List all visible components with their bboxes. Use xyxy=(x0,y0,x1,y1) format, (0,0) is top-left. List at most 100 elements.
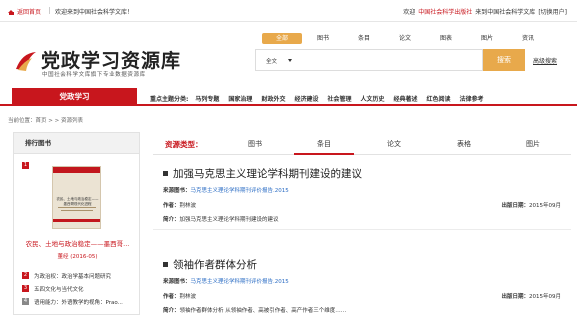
logo-mark-icon xyxy=(16,52,36,71)
abstract-text: 加强马克思主义理论学科期刊建设的建议 xyxy=(179,217,279,223)
topic-item[interactable]: 国家治理 xyxy=(228,94,252,103)
topic-item[interactable]: 人文历史 xyxy=(360,94,384,103)
topic-item[interactable]: 财政外交 xyxy=(261,94,285,103)
tab-tables[interactable]: 图表 xyxy=(426,33,466,44)
source-label: 来源图书： xyxy=(163,279,191,285)
tab-entries[interactable]: 条目 xyxy=(344,33,384,44)
ranking-item[interactable]: 2 为政治权：政治学基本问题研究 xyxy=(14,269,139,282)
top-ranked-book[interactable]: 1 农民、土地与政治稳定——墨西哥现代化进程 农民、土地与政治稳定——墨西哥..… xyxy=(14,154,139,269)
topic-item[interactable]: 红色阅读 xyxy=(427,94,451,103)
date-value: 2015年09月 xyxy=(529,203,561,209)
logo-subtitle: 中国社会科学文库旗下专业数据资源库 xyxy=(42,72,146,78)
sidebar-heading: 排行图书 xyxy=(14,133,139,154)
abstract-label: 简介： xyxy=(163,308,180,314)
topic-item[interactable]: 法律参考 xyxy=(460,94,484,103)
author-name[interactable]: 荆林波 xyxy=(180,203,197,209)
result-divider xyxy=(153,229,571,230)
date-label: 出版日期： xyxy=(501,203,529,209)
top-book-title[interactable]: 农民、土地与政治稳定——墨西哥... xyxy=(14,238,141,248)
logo-title: 党政学习资源库 xyxy=(41,50,182,72)
top-bar-divider xyxy=(49,7,50,14)
author-label: 作者： xyxy=(163,203,180,209)
bullet-icon xyxy=(163,261,168,267)
ranking-item-title[interactable]: 为政治权：政治学基本问题研究 xyxy=(34,272,138,280)
date-value: 2015年09月 xyxy=(529,294,561,300)
ranking-item-title[interactable]: 语用能力：外语教学的视角：Prao... xyxy=(34,298,138,306)
ranking-sidebar: 排行图书 1 农民、土地与政治稳定——墨西哥现代化进程 农民、土地与政治稳定——… xyxy=(13,132,140,315)
home-link[interactable]: 返回首页 xyxy=(8,7,41,16)
tab-books[interactable]: 图书 xyxy=(225,139,285,149)
chevron-down-icon[interactable] xyxy=(288,59,292,62)
main-nav: 党政学习 重点主题分类: 马列专题 国家治理 财政外交 经济建设 社会管理 人文… xyxy=(0,88,577,106)
tab-entries[interactable]: 条目 xyxy=(294,139,354,155)
greeting-prefix: 欢迎 xyxy=(403,9,416,16)
ranking-item[interactable]: 4 语用能力：外语教学的视角：Prao... xyxy=(14,295,139,308)
rank-badge: 1 xyxy=(22,162,29,169)
result-source: 来源图书：马克思主义理论学科期刊评价报告.2015 xyxy=(163,186,289,194)
tab-images[interactable]: 图片 xyxy=(503,139,563,149)
greeting-suffix: 来到中国社会科学文库 xyxy=(475,9,536,16)
results-panel: 资源类型： 图书 条目 论文 表格 图片 加强马克思主义理论学科期刊建设的建议 … xyxy=(153,133,571,314)
result-date: 出版日期：2015年09月 xyxy=(501,201,561,209)
book-cover-image[interactable]: 农民、土地与政治稳定——墨西哥现代化进程 xyxy=(52,166,101,229)
result-title-text[interactable]: 加强马克思主义理论学科期刊建设的建议 xyxy=(173,168,362,180)
abstract-label: 简介： xyxy=(163,217,180,223)
result-abstract: 简介：领袖作者群体分析 从领袖作者、高被引作者、高产作者三个维度…… xyxy=(163,306,346,314)
ranking-item-title[interactable]: 五四文化与当代文化 xyxy=(34,285,138,293)
topic-item[interactable]: 社会管理 xyxy=(327,94,351,103)
tab-papers[interactable]: 论文 xyxy=(385,33,425,44)
topic-list: 重点主题分类: 马列专题 国家治理 财政外交 经济建设 社会管理 人文历史 经典… xyxy=(150,94,493,103)
rank-badge: 2 xyxy=(22,272,29,279)
topic-item[interactable]: 经济建设 xyxy=(294,94,318,103)
home-link-label[interactable]: 返回首页 xyxy=(17,7,41,16)
welcome-text: 欢迎来到中国社会科学文库！ xyxy=(55,9,134,16)
source-book-link[interactable]: 马克思主义理论学科期刊评价报告.2015 xyxy=(191,279,289,285)
search-category-tabs: 全部 图书 条目 论文 图表 图片 资讯 xyxy=(262,33,549,44)
topic-item[interactable]: 经典著述 xyxy=(394,94,418,103)
tab-books[interactable]: 图书 xyxy=(303,33,343,44)
tab-images[interactable]: 图片 xyxy=(467,33,507,44)
result-author: 作者：荆林波 xyxy=(163,201,196,209)
top-book-date: 董经 (2016-05) xyxy=(57,254,98,260)
result-source: 来源图书：马克思主义理论学科期刊评价报告.2015 xyxy=(163,277,289,285)
result-abstract: 简介：加强马克思主义理论学科期刊建设的建议 xyxy=(163,215,279,223)
resource-type-tabs: 资源类型： 图书 条目 论文 表格 图片 xyxy=(153,133,571,155)
user-org-link[interactable]: 中国社会科学出版社 xyxy=(418,7,472,16)
site-logo[interactable]: 党政学习资源库 中国社会科学文库旗下专业数据资源库 xyxy=(14,46,194,80)
user-greeting: 欢迎 中国社会科学出版社 来到中国社会科学文库 [切换用户] xyxy=(403,7,567,16)
advanced-search-link[interactable]: 高级搜索 xyxy=(533,56,557,65)
breadcrumb[interactable]: 当前位置：首页 > > 资源列表 xyxy=(8,116,83,124)
tab-tables[interactable]: 表格 xyxy=(434,139,494,149)
rank-badge: 3 xyxy=(22,285,29,292)
date-label: 出版日期： xyxy=(501,294,529,300)
search-button[interactable]: 搜索 xyxy=(483,49,525,71)
result-date: 出版日期：2015年09月 xyxy=(501,292,561,300)
main-nav-tab[interactable]: 党政学习 xyxy=(12,88,137,106)
result-item: 领袖作者群体分析 来源图书：马克思主义理论学科期刊评价报告.2015 作者：荆林… xyxy=(153,257,571,315)
top-bar: 返回首页 欢迎来到中国社会科学文库！ 欢迎 中国社会科学出版社 来到中国社会科学… xyxy=(0,0,577,22)
ranking-item[interactable]: 3 五四文化与当代文化 xyxy=(14,282,139,295)
rank-badge: 4 xyxy=(22,298,29,305)
result-title[interactable]: 加强马克思主义理论学科期刊建设的建议 xyxy=(163,166,362,181)
result-title[interactable]: 领袖作者群体分析 xyxy=(163,257,257,272)
author-name[interactable]: 荆林波 xyxy=(180,294,197,300)
tab-news[interactable]: 资讯 xyxy=(508,33,548,44)
search-box: 全文 xyxy=(255,49,483,71)
book-cover-title: 农民、土地与政治稳定——墨西哥现代化进程 xyxy=(56,197,99,206)
source-book-link[interactable]: 马克思主义理论学科期刊评价报告.2015 xyxy=(191,188,289,194)
bullet-icon xyxy=(163,170,168,176)
source-label: 来源图书： xyxy=(163,188,191,194)
author-label: 作者： xyxy=(163,294,180,300)
home-icon xyxy=(8,8,15,15)
result-author: 作者：荆林波 xyxy=(163,292,196,300)
result-title-text[interactable]: 领袖作者群体分析 xyxy=(173,259,257,271)
resource-type-label: 资源类型： xyxy=(165,140,203,149)
topic-label: 重点主题分类: xyxy=(150,96,189,103)
tab-all[interactable]: 全部 xyxy=(262,33,302,44)
search-scope-select[interactable]: 全文 xyxy=(266,57,277,65)
topic-item[interactable]: 马列专题 xyxy=(195,94,219,103)
tab-papers[interactable]: 论文 xyxy=(364,139,424,149)
abstract-text: 领袖作者群体分析 从领袖作者、高被引作者、高产作者三个维度…… xyxy=(179,308,347,314)
search-input[interactable] xyxy=(298,53,478,68)
switch-user-link[interactable]: [切换用户] xyxy=(538,7,567,16)
